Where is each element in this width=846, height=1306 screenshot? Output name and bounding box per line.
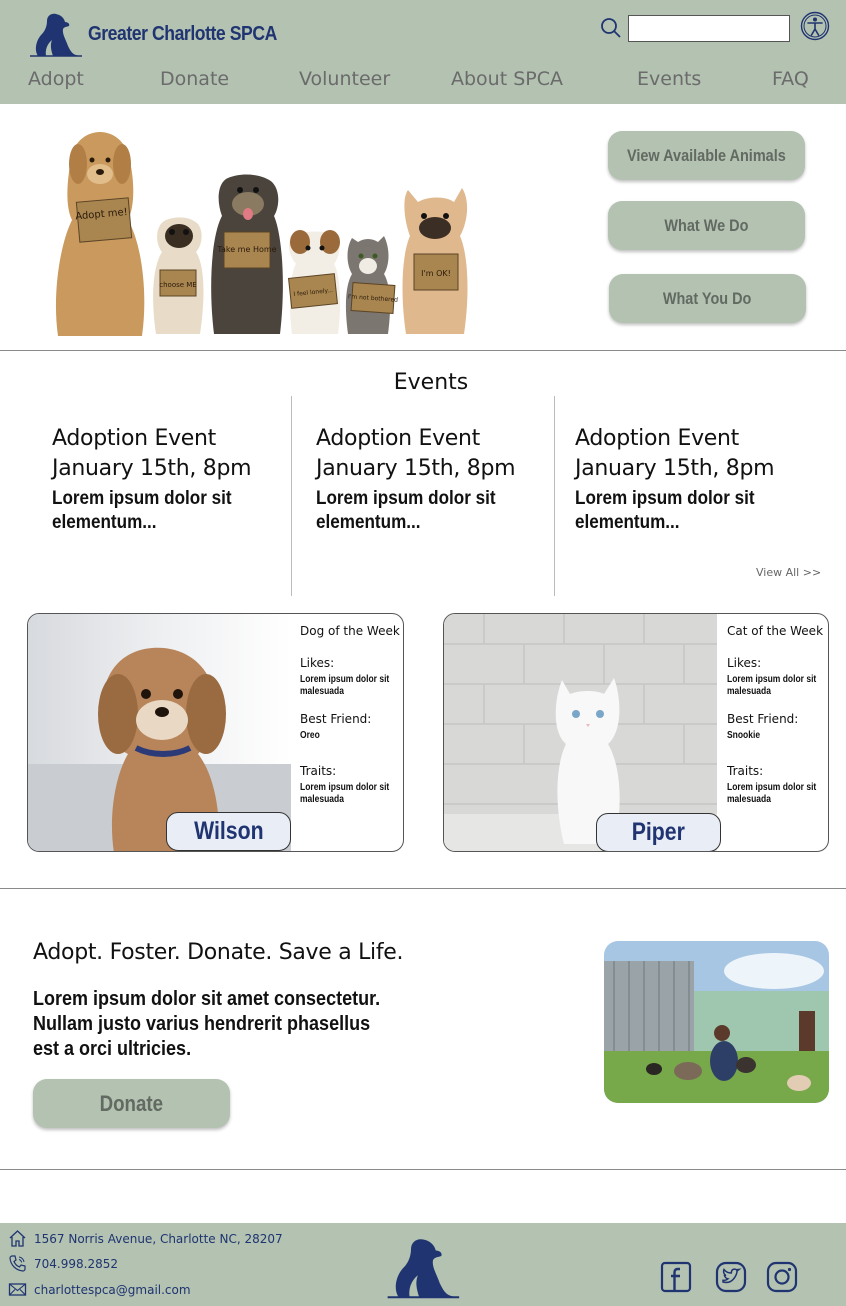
phone-icon — [9, 1255, 26, 1272]
facebook-icon[interactable] — [660, 1261, 692, 1293]
event-date: January 15th, 8pm — [575, 456, 775, 481]
email-row[interactable]: charlottespca@gmail.com — [8, 1280, 191, 1299]
nav-events[interactable]: Events — [637, 68, 701, 90]
view-available-animals-button[interactable]: View Available Animals — [608, 131, 805, 180]
button-label: Donate — [99, 1090, 164, 1116]
home-icon — [9, 1230, 26, 1247]
address-text: 1567 Norris Avenue, Charlotte NC, 28207 — [34, 1231, 283, 1246]
section-divider — [0, 1169, 846, 1170]
button-label: What We Do — [664, 215, 749, 235]
event-name: Adoption Event — [575, 426, 740, 451]
twitter-icon[interactable] — [715, 1261, 747, 1293]
section-divider — [0, 350, 846, 351]
event-date: January 15th, 8pm — [52, 456, 252, 481]
view-all-events-link[interactable]: View All >> — [756, 566, 821, 579]
event-date: January 15th, 8pm — [316, 456, 516, 481]
donate-button[interactable]: Donate — [33, 1079, 230, 1128]
accessibility-icon[interactable] — [800, 11, 830, 41]
traits-label: Traits: — [300, 764, 337, 778]
sign-text: Take me Home — [216, 245, 276, 254]
button-label: View Available Animals — [627, 145, 786, 165]
event-description: Lorem ipsum dolor sit elementum... — [316, 488, 496, 533]
hero-pets-image: Adopt me! choose ME Take me Home I feel — [55, 132, 468, 336]
button-label: What You Do — [663, 288, 752, 308]
phone-row[interactable]: 704.998.2852 — [8, 1254, 118, 1273]
pet-heading: Dog of the Week — [300, 624, 400, 638]
pet-heading: Cat of the Week — [727, 624, 824, 638]
event-description: Lorem ipsum dolor sit elementum... — [52, 488, 232, 533]
event-description: Lorem ipsum dolor sit elementum... — [575, 488, 755, 533]
pet-name-tag: Piper — [596, 813, 721, 851]
shelter-volunteer-photo — [604, 941, 829, 1103]
best-friend-value: Oreo — [300, 730, 320, 741]
what-we-do-button[interactable]: What We Do — [608, 201, 805, 250]
likes-label: Likes: — [727, 656, 762, 670]
traits-label: Traits: — [727, 764, 764, 778]
event-divider — [291, 396, 292, 596]
nav-about-spca[interactable]: About SPCA — [451, 68, 563, 90]
likes-value: Lorem ipsum dolor sit malesuada — [300, 674, 390, 697]
traits-value: Lorem ipsum dolor sit malesuada — [300, 782, 390, 805]
address-row: 1567 Norris Avenue, Charlotte NC, 28207 — [8, 1229, 283, 1248]
event-name: Adoption Event — [316, 426, 481, 451]
sign-text: I'm OK! — [421, 269, 451, 278]
mail-icon — [8, 1283, 27, 1296]
event-card[interactable]: Adoption Event January 15th, 8pm Lorem i… — [316, 424, 566, 535]
likes-label: Likes: — [300, 656, 335, 670]
section-divider — [0, 888, 846, 889]
event-divider — [554, 396, 555, 596]
nav-adopt[interactable]: Adopt — [28, 68, 84, 90]
site-footer: 1567 Norris Avenue, Charlotte NC, 28207 … — [0, 1223, 846, 1306]
hero-section: Adopt me! choose ME Take me Home I feel — [0, 104, 846, 350]
brand[interactable]: Greater Charlotte SPCA — [28, 10, 303, 58]
email-text: charlottespca@gmail.com — [34, 1282, 191, 1297]
mission-text: Lorem ipsum dolor sit amet consectetur. … — [33, 988, 381, 1060]
mission-title: Adopt. Foster. Donate. Save a Life. — [33, 940, 404, 965]
dog-cat-logo-icon — [30, 13, 82, 57]
nav-faq[interactable]: FAQ — [772, 68, 809, 90]
site-header: Greater Charlotte SPCA Adopt Donate Volu… — [0, 0, 846, 104]
brand-name: Greater Charlotte SPCA — [88, 22, 277, 45]
search-input[interactable] — [628, 15, 790, 42]
instagram-icon[interactable] — [766, 1261, 798, 1293]
best-friend-value: Snookie — [727, 730, 761, 741]
event-card[interactable]: Adoption Event January 15th, 8pm Lorem i… — [575, 424, 825, 535]
best-friend-label: Best Friend: — [300, 712, 372, 726]
pet-name-tag: Wilson — [166, 812, 291, 851]
what-you-do-button[interactable]: What You Do — [609, 274, 806, 323]
search-icon[interactable] — [600, 17, 622, 39]
cat-info: Cat of the Week Likes: Lorem ipsum dolor… — [727, 624, 828, 806]
event-card[interactable]: Adoption Event January 15th, 8pm Lorem i… — [52, 424, 302, 535]
phone-text: 704.998.2852 — [34, 1256, 118, 1271]
sign-text: choose ME — [159, 281, 197, 289]
best-friend-label: Best Friend: — [727, 712, 799, 726]
main-nav: Adopt Donate Volunteer About SPCA Events… — [0, 68, 846, 96]
event-name: Adoption Event — [52, 426, 217, 451]
cat-of-the-week-card[interactable]: Cat of the Week Likes: Lorem ipsum dolor… — [443, 613, 829, 852]
dog-of-the-week-card[interactable]: Dog of the Week Likes: Lorem ipsum dolor… — [27, 613, 404, 852]
nav-volunteer[interactable]: Volunteer — [299, 68, 390, 90]
pet-name: Wilson — [193, 817, 264, 845]
likes-value: Lorem ipsum dolor sit malesuada — [727, 674, 817, 697]
traits-value: Lorem ipsum dolor sit malesuada — [727, 782, 817, 805]
dog-cat-logo-icon — [387, 1239, 460, 1299]
events-title: Events — [393, 370, 469, 395]
pet-name: Piper — [631, 818, 686, 846]
nav-donate[interactable]: Donate — [160, 68, 229, 90]
dog-info: Dog of the Week Likes: Lorem ipsum dolor… — [300, 624, 403, 806]
